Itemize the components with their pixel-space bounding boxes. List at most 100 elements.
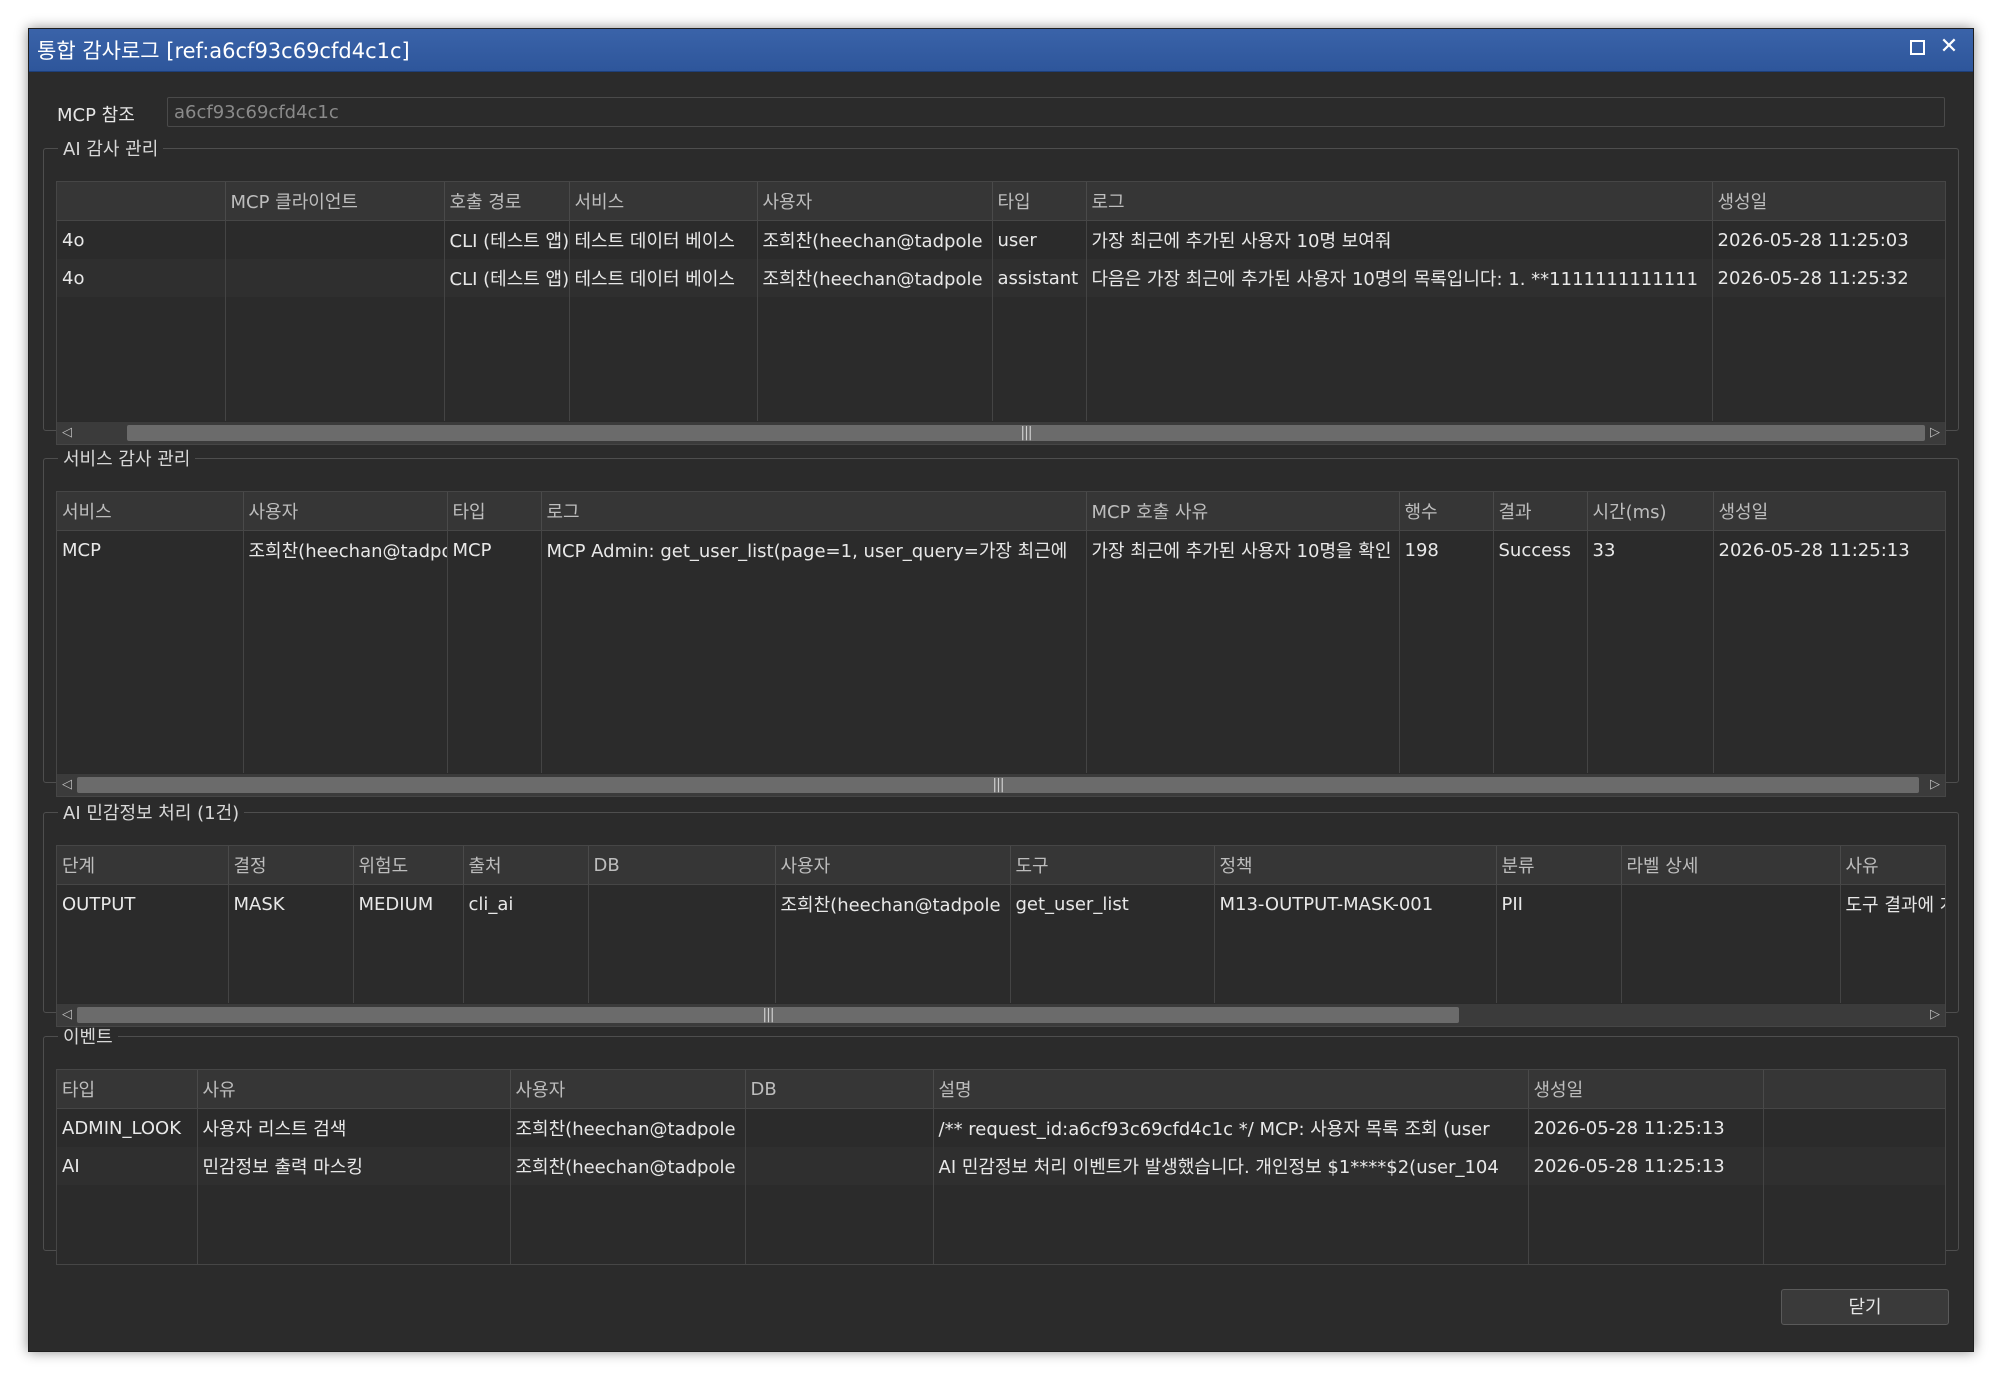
cell: get_user_list [1010,884,1215,923]
ai-audit-hscroll[interactable]: ◁ ||| ▷ [57,421,1945,444]
col-header[interactable]: MCP 호출 사유 [1086,492,1400,531]
col-header[interactable]: MCP 클라이언트 [225,182,445,221]
cell [225,259,445,297]
col-header[interactable]: 생성일 [1713,492,1945,531]
cell: 민감정보 출력 마스킹 [197,1147,511,1185]
col-header[interactable]: 사용자 [243,492,448,531]
table-row[interactable]: AI 민감정보 출력 마스킹 조희찬(heechan@tadpole AI 민감… [57,1147,1945,1185]
cell: 4o [57,259,226,297]
col-header[interactable]: 분류 [1496,846,1622,885]
col-header[interactable]: 출처 [463,846,589,885]
col-header[interactable]: 설명 [933,1070,1529,1109]
cell [1763,1147,1945,1185]
col-header[interactable]: 도구 [1010,846,1215,885]
scroll-left-icon[interactable]: ◁ [57,774,77,796]
col-header[interactable]: 사용자 [510,1070,746,1109]
events-group: 이벤트 타입 사유 사용자 DB 설명 생성일 ADMIN_LOOK 사용자 리… [43,1023,1959,1265]
col-header[interactable]: 사용자 [757,182,993,221]
cell: MASK [228,884,354,923]
scroll-right-icon[interactable]: ▷ [1925,774,1945,796]
audit-log-dialog: 통합 감사로그 [ref:a6cf93c69cfd4c1c] ✕ MCP 참조 … [28,28,1974,1352]
service-audit-legend: 서비스 감사 관리 [63,449,191,470]
pii-legend: AI 민감정보 처리 (1건) [63,803,240,824]
cell: 가장 최근에 추가된 사용자 10명을 확인 [1086,530,1400,569]
pii-table: 단계 결정 위험도 출처 DB 사용자 도구 정책 분류 라벨 상세 사유 OU… [57,846,1945,1026]
col-header[interactable]: DB [588,846,776,885]
close-icon[interactable]: ✕ [1937,35,1961,59]
cell: 다음은 가장 최근에 추가된 사용자 10명의 목록입니다: 1. **1111… [1086,259,1713,297]
service-audit-group: 서비스 감사 관리 서비스 사용자 타입 로그 MCP 호출 사유 행수 결과 … [43,445,1959,797]
ai-audit-table: MCP 클라이언트 호출 경로 서비스 사용자 타입 로그 생성일 4o CLI… [57,182,1945,444]
cell: assistant [992,259,1087,297]
events-grid[interactable]: 타입 사유 사용자 DB 설명 생성일 ADMIN_LOOK 사용자 리스트 검… [56,1069,1946,1265]
cell [588,884,776,923]
table-row[interactable]: 4o CLI (테스트 앱) 테스트 데이터 베이스 조희찬(heechan@t… [57,259,1945,297]
cell: 2026-05-28 11:25:32 [1712,259,1945,297]
col-header[interactable]: 사유 [197,1070,511,1109]
service-audit-grid[interactable]: 서비스 사용자 타입 로그 MCP 호출 사유 행수 결과 시간(ms) 생성일… [56,491,1946,797]
cell: MCP [447,530,542,569]
scroll-thumb[interactable]: ||| [77,1007,1459,1023]
col-header[interactable]: 위험도 [353,846,464,885]
col-header[interactable]: 타입 [992,182,1087,221]
col-header[interactable]: 단계 [57,846,229,885]
col-header[interactable]: 행수 [1399,492,1494,531]
scroll-thumb[interactable]: ||| [127,425,1925,441]
mcp-ref-input[interactable] [167,97,1945,127]
cell [745,1147,934,1185]
cell [1621,884,1841,923]
col-header[interactable]: 생성일 [1528,1070,1764,1109]
cell: 조희찬(heechan@tadpole [243,530,448,569]
title-bar[interactable]: 통합 감사로그 [ref:a6cf93c69cfd4c1c] ✕ [29,29,1973,72]
events-legend: 이벤트 [63,1027,113,1048]
col-header[interactable]: 라벨 상세 [1621,846,1841,885]
col-header[interactable] [57,182,226,221]
col-header[interactable]: 사용자 [775,846,1011,885]
close-button[interactable]: 닫기 [1781,1289,1949,1325]
col-header[interactable]: 서비스 [569,182,758,221]
cell: 조희찬(heechan@tadpole [757,220,993,259]
scroll-thumb[interactable]: ||| [77,777,1919,793]
cell: 테스트 데이터 베이스 [569,220,758,259]
col-header[interactable]: 타입 [57,1070,198,1109]
service-audit-hscroll[interactable]: ◁ ||| ▷ [57,773,1945,796]
col-header[interactable] [1763,1070,1945,1109]
cell: OUTPUT [57,884,229,923]
cell: user [992,220,1087,259]
cell: AI 민감정보 처리 이벤트가 발생했습니다. 개인정보 $1****$2(us… [933,1147,1529,1185]
col-header[interactable]: 결정 [228,846,354,885]
cell: MCP Admin: get_user_list(page=1, user_qu… [541,530,1087,569]
col-header[interactable]: DB [745,1070,934,1109]
col-header[interactable]: 정책 [1214,846,1497,885]
cell: 2026-05-28 11:25:13 [1528,1147,1764,1185]
cell: 가장 최근에 추가된 사용자 10명 보여줘 [1086,220,1713,259]
scroll-left-icon[interactable]: ◁ [57,422,77,444]
mcp-ref-label: MCP 참조 [57,105,135,126]
cell: cli_ai [463,884,589,923]
table-row[interactable]: OUTPUT MASK MEDIUM cli_ai 조희찬(heechan@ta… [57,884,1945,923]
scroll-right-icon[interactable]: ▷ [1925,422,1945,444]
ai-audit-grid[interactable]: MCP 클라이언트 호출 경로 서비스 사용자 타입 로그 생성일 4o CLI… [56,181,1946,445]
col-header[interactable]: 타입 [447,492,542,531]
cell: MEDIUM [353,884,464,923]
ai-audit-group: AI 감사 관리 MCP 클라이언트 호출 경로 서비스 사용자 타입 로그 생… [43,135,1959,445]
cell: 사용자 리스트 검색 [197,1108,511,1147]
col-header[interactable]: 서비스 [57,492,244,531]
cell: /** request_id:a6cf93c69cfd4c1c */ MCP: … [933,1108,1529,1147]
col-header[interactable]: 시간(ms) [1587,492,1714,531]
col-header[interactable]: 사유 [1840,846,1945,885]
col-header[interactable]: 로그 [541,492,1087,531]
col-header[interactable]: 결과 [1493,492,1588,531]
cell: 198 [1399,530,1494,569]
col-header[interactable]: 호출 경로 [444,182,570,221]
cell: 도구 결과에 개 [1840,884,1945,923]
pii-grid[interactable]: 단계 결정 위험도 출처 DB 사용자 도구 정책 분류 라벨 상세 사유 OU… [56,845,1946,1027]
cell [225,220,445,259]
table-row[interactable]: 4o CLI (테스트 앱) 테스트 데이터 베이스 조희찬(heechan@t… [57,220,1945,259]
col-header[interactable]: 생성일 [1712,182,1945,221]
table-row[interactable]: ADMIN_LOOK 사용자 리스트 검색 조희찬(heechan@tadpol… [57,1108,1945,1147]
cell: CLI (테스트 앱) [444,220,570,259]
maximize-icon[interactable] [1905,35,1929,59]
col-header[interactable]: 로그 [1086,182,1713,221]
table-row[interactable]: MCP 조희찬(heechan@tadpole MCP MCP Admin: g… [57,530,1945,569]
